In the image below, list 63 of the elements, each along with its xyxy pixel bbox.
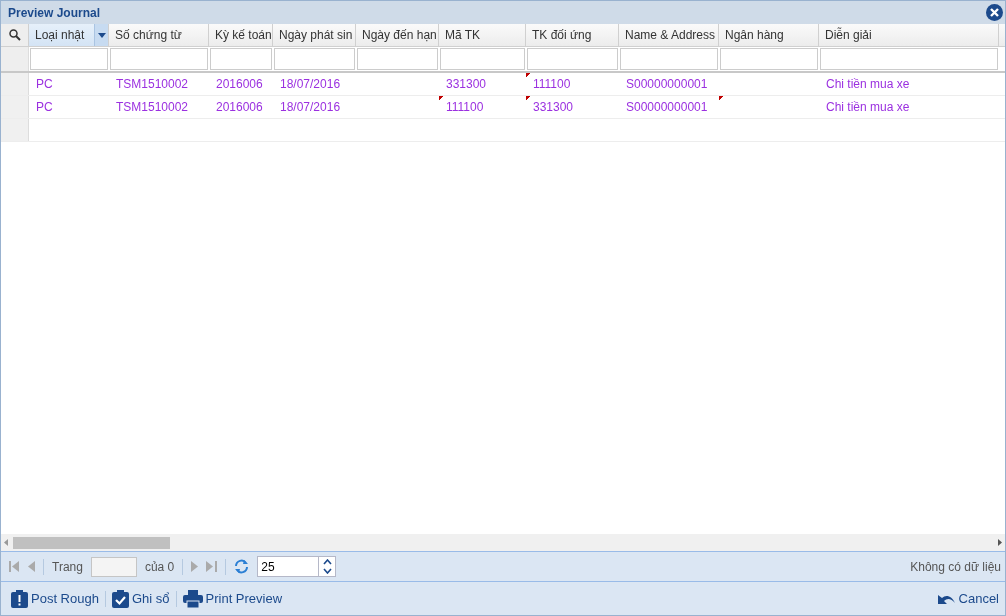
- table-cell-text: PC: [35, 99, 54, 116]
- last-page-icon[interactable]: [206, 561, 218, 572]
- page-size-spinner[interactable]: 25: [257, 556, 337, 577]
- column-header[interactable]: Số chứng từ: [109, 24, 209, 46]
- table-cell-text: 18/07/2016: [279, 76, 342, 93]
- table-cell-text: TSM1510002: [115, 76, 190, 93]
- row-header[interactable]: [1, 73, 29, 95]
- row-header[interactable]: [1, 119, 29, 141]
- filter-field[interactable]: [357, 48, 438, 70]
- table-cell-text: S00000000001: [625, 76, 709, 93]
- filter-field[interactable]: [527, 48, 618, 70]
- search-icon[interactable]: [8, 29, 21, 41]
- dropdown-caret-icon[interactable]: [94, 24, 108, 46]
- filter-field[interactable]: [720, 48, 818, 70]
- spin-down-icon[interactable]: [322, 568, 332, 575]
- table-cell-text: Chi tiền mua xe: [825, 99, 911, 116]
- table-cell-text: Chi tiền mua xe: [825, 76, 911, 93]
- table-cell-text: TSM1510002: [115, 99, 190, 116]
- table-cell-text: PC: [35, 76, 54, 93]
- column-header[interactable]: Ngày đến hạn: [356, 24, 439, 46]
- filter-field[interactable]: [274, 48, 355, 70]
- toolbar-button[interactable]: Post Rough: [9, 589, 101, 608]
- refresh-icon[interactable]: [234, 559, 250, 574]
- page-count-label: của 0: [144, 559, 175, 574]
- filter-field[interactable]: [30, 48, 108, 70]
- table-cell-text: 2016006: [215, 76, 264, 93]
- filter-field[interactable]: [210, 48, 272, 70]
- filter-field[interactable]: [440, 48, 525, 70]
- column-header[interactable]: Ngày phát sin: [273, 24, 356, 46]
- cancel-button[interactable]: Cancel: [933, 591, 1001, 606]
- filter-field[interactable]: [110, 48, 208, 70]
- scrollbar-thumb[interactable]: [13, 536, 170, 549]
- column-header[interactable]: Diễn giải: [819, 24, 999, 46]
- scroll-left-icon[interactable]: [4, 539, 8, 546]
- clipboard-alert-icon: [11, 589, 28, 608]
- table-cell-text: 18/07/2016: [279, 99, 342, 116]
- column-header[interactable]: Loại nhật: [29, 24, 109, 46]
- first-page-icon[interactable]: [9, 561, 20, 572]
- next-page-icon[interactable]: [191, 561, 199, 572]
- column-header[interactable]: Name & Address: [619, 24, 719, 46]
- spin-up-icon[interactable]: [322, 558, 332, 565]
- page-number-field[interactable]: [90, 556, 137, 577]
- column-header[interactable]: Ngân hàng: [719, 24, 819, 46]
- horizontal-scrollbar[interactable]: [1, 534, 1005, 551]
- undo-arrow-icon: [935, 592, 956, 605]
- previous-page-icon[interactable]: [28, 561, 35, 572]
- toolbar-button[interactable]: Ghi sổ: [109, 589, 172, 608]
- window-title: Preview Journal: [8, 5, 102, 20]
- filter-field[interactable]: [620, 48, 718, 70]
- status-text: Không có dữ liệu: [910, 559, 1001, 574]
- clipboard-check-icon: [111, 589, 129, 608]
- column-header[interactable]: Kỳ kế toán: [209, 24, 273, 46]
- column-header[interactable]: TK đối ứng: [526, 24, 619, 46]
- page-label: Trang: [52, 559, 83, 574]
- scroll-right-icon[interactable]: [998, 539, 1002, 546]
- toolbar-button[interactable]: Print Preview: [180, 589, 285, 608]
- table-cell-text: 331300: [445, 76, 488, 93]
- column-header[interactable]: Mã TK: [439, 24, 526, 46]
- printer-icon: [182, 589, 203, 608]
- close-icon[interactable]: [986, 4, 1003, 21]
- table-cell-text: S00000000001: [625, 99, 709, 116]
- filter-field[interactable]: [820, 48, 998, 70]
- table-cell-text: 2016006: [215, 99, 264, 116]
